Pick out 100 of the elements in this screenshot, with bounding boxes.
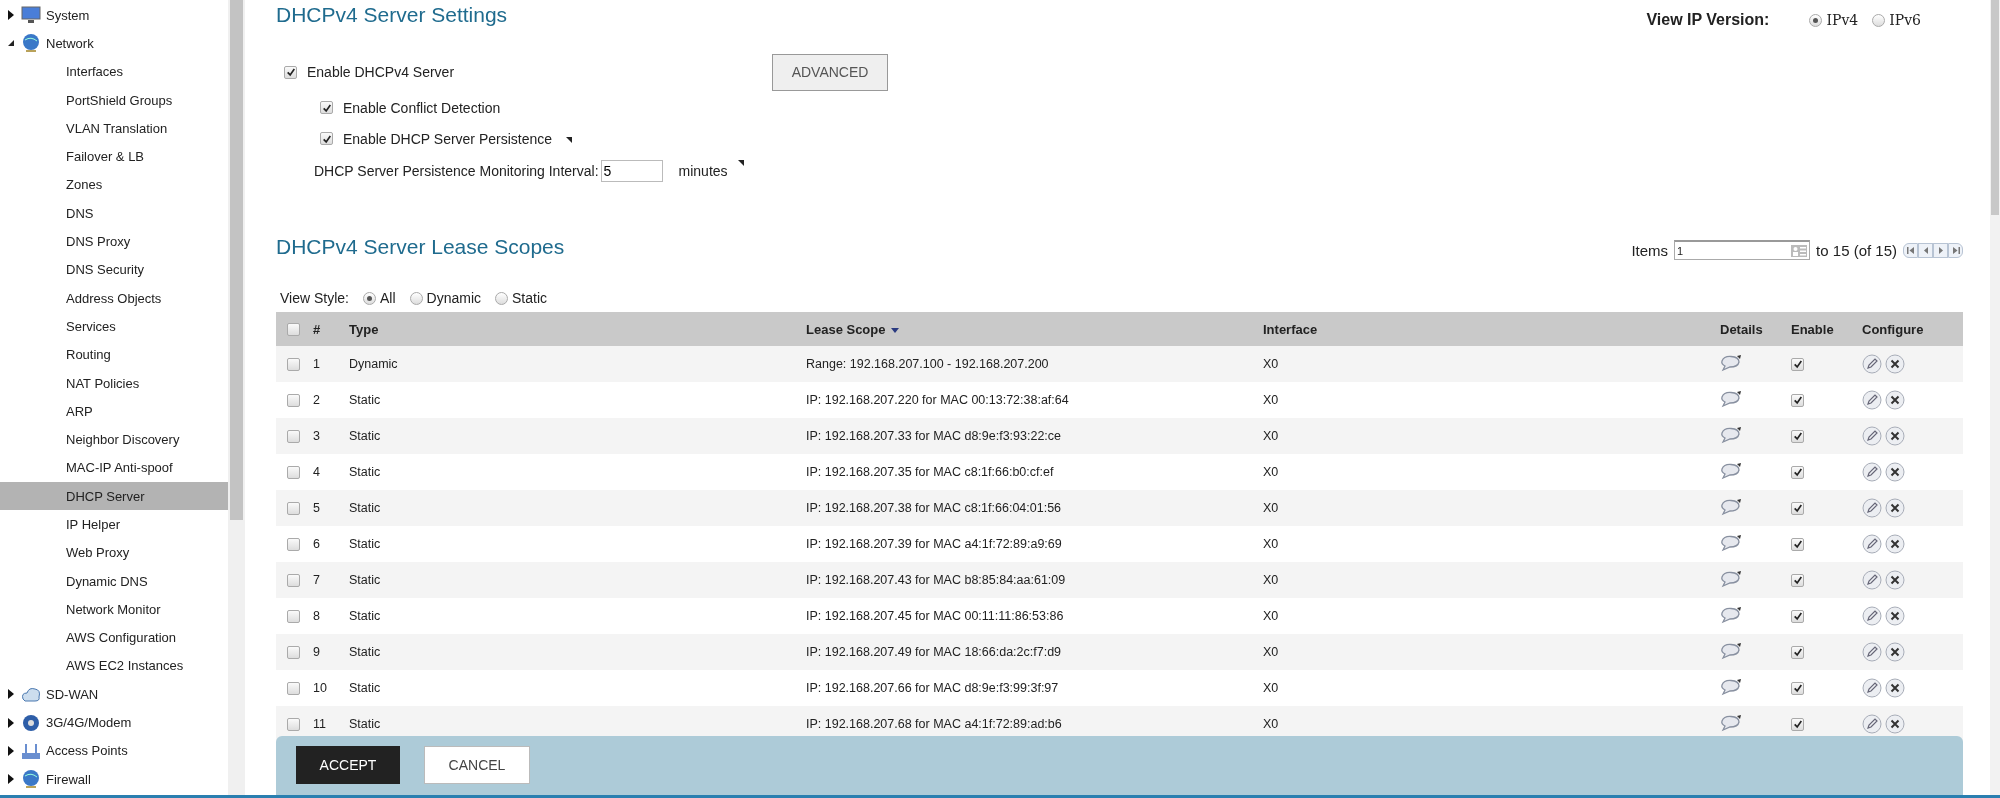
checkbox[interactable] — [1791, 609, 1804, 623]
delete-icon[interactable] — [1885, 642, 1905, 662]
checkbox[interactable] — [287, 322, 300, 336]
speech-bubble-icon[interactable] — [1720, 391, 1742, 409]
checkbox[interactable] — [320, 132, 333, 145]
column-header[interactable]: Type — [349, 321, 806, 337]
delete-icon[interactable] — [1885, 534, 1905, 554]
edit-icon[interactable] — [1862, 714, 1882, 734]
speech-bubble-icon[interactable] — [1720, 355, 1742, 373]
edit-icon[interactable] — [1862, 642, 1882, 662]
sidebar-item[interactable]: Address Objects — [0, 283, 228, 313]
sidebar-item[interactable]: Access Points — [0, 736, 228, 765]
checkbox[interactable] — [287, 357, 300, 371]
column-header[interactable]: Configure — [1862, 321, 1962, 337]
radio-button[interactable] — [495, 291, 509, 305]
speech-bubble-icon[interactable] — [1720, 463, 1742, 481]
delete-icon[interactable] — [1885, 354, 1905, 374]
sidebar-item[interactable]: Routing — [0, 340, 228, 369]
delete-icon[interactable] — [1885, 498, 1905, 518]
tooltip-icon[interactable] — [737, 160, 744, 166]
sidebar-item[interactable]: SD-WAN — [0, 680, 228, 709]
speech-bubble-icon[interactable] — [1720, 535, 1742, 553]
sidebar-item[interactable]: Web Proxy — [0, 538, 228, 567]
edit-icon[interactable] — [1862, 678, 1882, 698]
sidebar-item[interactable]: Failover & LB — [0, 142, 228, 171]
sidebar-item[interactable]: Interfaces — [0, 57, 228, 86]
sidebar-item[interactable]: DHCP Server — [0, 482, 228, 511]
checkbox[interactable] — [287, 537, 300, 551]
edit-icon[interactable] — [1862, 462, 1882, 482]
speech-bubble-icon[interactable] — [1720, 643, 1742, 661]
interval-field[interactable]: 5 — [600, 160, 663, 182]
delete-icon[interactable] — [1885, 606, 1905, 626]
expanded-arrow-icon[interactable] — [7, 39, 16, 48]
items-field[interactable]: 1 — [1674, 240, 1811, 260]
checkbox[interactable] — [1791, 573, 1804, 587]
sidebar-item[interactable]: System — [0, 1, 228, 30]
sidebar-item[interactable]: Zones — [0, 170, 228, 200]
sidebar-item[interactable]: DNS — [0, 199, 228, 228]
sidebar-item[interactable]: ARP — [0, 397, 228, 426]
sidebar-item[interactable]: NAT Policies — [0, 368, 228, 398]
checkbox[interactable] — [1791, 501, 1804, 515]
edit-icon[interactable] — [1862, 354, 1882, 374]
checkbox[interactable] — [287, 645, 300, 659]
advanced-button[interactable]: ADVANCED — [772, 53, 889, 91]
delete-icon[interactable] — [1885, 714, 1905, 734]
cancel-button[interactable]: CANCEL — [424, 746, 530, 784]
speech-bubble-icon[interactable] — [1720, 571, 1742, 589]
sidebar-item[interactable]: Dynamic DNS — [0, 566, 228, 596]
sidebar-item[interactable]: Services — [0, 312, 228, 341]
checkbox[interactable] — [1791, 645, 1804, 659]
radio-button[interactable] — [1872, 13, 1886, 27]
scrollbar[interactable] — [228, 0, 245, 795]
radio-button[interactable] — [409, 291, 423, 305]
collapsed-arrow-icon[interactable] — [7, 689, 16, 700]
speech-bubble-icon[interactable] — [1720, 679, 1742, 697]
edit-icon[interactable] — [1862, 606, 1882, 626]
edit-icon[interactable] — [1862, 426, 1882, 446]
checkbox[interactable] — [320, 101, 333, 114]
column-header[interactable]: Enable — [1791, 321, 1862, 337]
checkbox[interactable] — [287, 681, 300, 695]
checkbox[interactable] — [1791, 465, 1804, 479]
speech-bubble-icon[interactable] — [1720, 427, 1742, 445]
edit-icon[interactable] — [1862, 534, 1882, 554]
sidebar-item[interactable]: Network — [0, 29, 228, 58]
checkbox[interactable] — [1791, 537, 1804, 551]
checkbox[interactable] — [287, 393, 300, 407]
accept-button[interactable]: ACCEPT — [296, 746, 400, 784]
delete-icon[interactable] — [1885, 426, 1905, 446]
checkbox[interactable] — [287, 609, 300, 623]
sidebar-item[interactable]: VLAN Translation — [0, 114, 228, 143]
sidebar-item[interactable]: 3G/4G/Modem — [0, 708, 228, 737]
speech-bubble-icon[interactable] — [1720, 499, 1742, 517]
previous-page-button[interactable] — [1918, 242, 1933, 258]
collapsed-arrow-icon[interactable] — [7, 745, 16, 756]
delete-icon[interactable] — [1885, 570, 1905, 590]
checkbox[interactable] — [284, 65, 297, 79]
column-header[interactable]: Interface — [1263, 321, 1720, 337]
sidebar-item[interactable]: MAC-IP Anti-spoof — [0, 453, 228, 483]
column-header[interactable]: # — [313, 321, 349, 337]
tooltip-icon[interactable] — [566, 136, 573, 143]
radio-button[interactable] — [363, 291, 376, 305]
checkbox[interactable] — [1791, 717, 1804, 731]
column-header[interactable]: Lease Scope — [806, 321, 1263, 337]
edit-icon[interactable] — [1862, 390, 1882, 410]
radio-button[interactable] — [1809, 13, 1823, 27]
checkbox[interactable] — [287, 465, 300, 479]
sidebar-item[interactable]: DNS Proxy — [0, 227, 228, 256]
checkbox[interactable] — [287, 501, 300, 515]
checkbox[interactable] — [1791, 357, 1804, 371]
delete-icon[interactable] — [1885, 462, 1905, 482]
checkbox[interactable] — [287, 429, 300, 443]
collapsed-arrow-icon[interactable] — [7, 774, 16, 785]
checkbox[interactable] — [287, 717, 300, 731]
scrollbar[interactable] — [1990, 0, 2000, 795]
edit-icon[interactable] — [1862, 570, 1882, 590]
sidebar-item[interactable]: AWS Configuration — [0, 623, 228, 652]
sidebar-item[interactable]: AWS EC2 Instances — [0, 651, 228, 681]
delete-icon[interactable] — [1885, 390, 1905, 410]
delete-icon[interactable] — [1885, 678, 1905, 698]
checkbox[interactable] — [1791, 393, 1804, 407]
